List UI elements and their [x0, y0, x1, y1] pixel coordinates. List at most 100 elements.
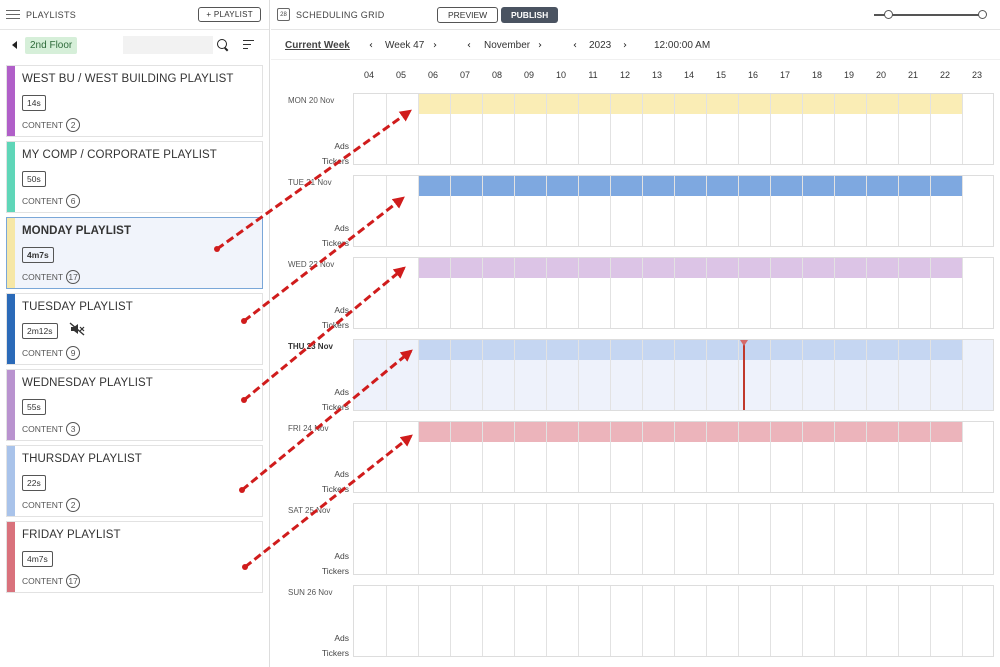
day-schedule-row[interactable] [353, 93, 994, 165]
prev-week-icon[interactable]: ‹ [369, 40, 373, 51]
hour-label: 15 [715, 70, 726, 80]
playlist-duration: 55s [22, 399, 46, 415]
hour-gridline [610, 422, 611, 492]
back-arrow-icon[interactable] [12, 41, 17, 49]
ads-track-label: Ads [334, 387, 349, 397]
mute-icon[interactable] [69, 322, 85, 336]
content-count: 17 [66, 574, 81, 588]
hour-gridline [642, 340, 643, 410]
hour-gridline [866, 422, 867, 492]
hour-gridline [674, 504, 675, 574]
hour-gridline [386, 504, 387, 574]
hour-gridline [386, 258, 387, 328]
next-year-icon[interactable]: › [623, 40, 627, 51]
next-month-icon[interactable]: › [538, 40, 542, 51]
hour-gridline [514, 176, 515, 246]
day-schedule-row[interactable] [353, 175, 994, 247]
playlist-card[interactable]: WEST BU / WEST BUILDING PLAYLIST 14s CONTE… [6, 65, 263, 137]
playlist-card[interactable]: MY COMP / CORPORATE PLAYLIST 50s CONTENT 6 [6, 141, 263, 213]
hour-gridline [450, 176, 451, 246]
search-icon[interactable] [217, 39, 229, 51]
content-count: 17 [66, 270, 81, 284]
hour-gridline [450, 586, 451, 656]
playlist-schedule-bar[interactable] [418, 258, 962, 278]
next-week-icon[interactable]: › [433, 40, 437, 51]
hour-gridline [610, 258, 611, 328]
current-time-indicator [743, 340, 745, 410]
hour-gridline [770, 94, 771, 164]
hour-gridline [578, 586, 579, 656]
hour-gridline [578, 258, 579, 328]
zoom-slider-handle[interactable] [884, 10, 893, 19]
hour-gridline [770, 422, 771, 492]
hour-gridline [738, 586, 739, 656]
day-schedule-row[interactable] [353, 421, 994, 493]
hour-gridline [930, 94, 931, 164]
hour-gridline [418, 94, 419, 164]
hour-gridline [674, 258, 675, 328]
playlist-schedule-bar[interactable] [418, 340, 962, 360]
hour-gridline [866, 340, 867, 410]
hour-label: 07 [459, 70, 470, 80]
add-playlist-button[interactable]: + PLAYLIST [198, 7, 261, 22]
hour-gridline [962, 422, 963, 492]
day-schedule-row[interactable] [353, 257, 994, 329]
publish-button[interactable]: PUBLISH [501, 7, 559, 23]
playlist-duration: 2m12s [22, 323, 58, 339]
playlist-card[interactable]: FRIDAY PLAYLIST 4m7s CONTENT 17 [6, 521, 263, 593]
hour-gridline [386, 94, 387, 164]
hour-gridline [514, 504, 515, 574]
hour-gridline [930, 340, 931, 410]
day-schedule-row[interactable] [353, 339, 994, 411]
playlist-card[interactable]: THURSDAY PLAYLIST 22s CONTENT 2 [6, 445, 263, 517]
hour-gridline [834, 94, 835, 164]
current-week-link[interactable]: Current Week [285, 40, 350, 51]
scheduling-panel: 28 SCHEDULING GRID PREVIEW PUBLISH Curre… [271, 0, 1000, 667]
zoom-slider-end[interactable] [978, 10, 987, 19]
day-schedule-row[interactable] [353, 503, 994, 575]
hour-gridline [770, 340, 771, 410]
hour-label: 10 [555, 70, 566, 80]
sort-icon[interactable] [243, 39, 255, 51]
playlist-schedule-bar[interactable] [418, 94, 962, 114]
hour-gridline [418, 340, 419, 410]
hour-gridline [450, 340, 451, 410]
hour-label: 18 [811, 70, 822, 80]
hour-gridline [386, 340, 387, 410]
day-schedule-row[interactable] [353, 585, 994, 657]
playlists-toolbar: 2nd Floor [0, 30, 269, 60]
date-navigation: Current Week ‹ Week 47 › ‹ November › ‹ … [271, 30, 1000, 60]
playlist-schedule-bar[interactable] [418, 422, 962, 442]
prev-month-icon[interactable]: ‹ [467, 40, 471, 51]
hour-gridline [418, 586, 419, 656]
menu-icon[interactable] [6, 9, 20, 20]
playlist-color-bar [7, 294, 15, 364]
hour-gridline [802, 422, 803, 492]
time-label: 12:00:00 AM [654, 40, 711, 51]
hour-gridline [482, 586, 483, 656]
prev-year-icon[interactable]: ‹ [573, 40, 577, 51]
hour-label: 04 [363, 70, 374, 80]
playlist-card[interactable]: TUESDAY PLAYLIST 2m12s CONTENT 9 [6, 293, 263, 365]
preview-button[interactable]: PREVIEW [437, 7, 499, 23]
search-input[interactable] [123, 36, 214, 54]
playlist-content: CONTENT 2 [22, 498, 81, 512]
ads-track-label: Ads [334, 551, 349, 561]
playlist-duration: 14s [22, 95, 46, 111]
hour-gridline [578, 94, 579, 164]
hour-gridline [706, 258, 707, 328]
hour-gridline [482, 176, 483, 246]
hour-gridline [450, 422, 451, 492]
hour-gridline [706, 94, 707, 164]
content-label: CONTENT [22, 576, 64, 586]
day-label: SAT 25 Nov [288, 506, 331, 515]
playlist-card[interactable]: MONDAY PLAYLIST 4m7s CONTENT 17 [6, 217, 263, 289]
zoom-slider[interactable] [874, 10, 987, 19]
hour-gridline [802, 258, 803, 328]
hour-gridline [514, 586, 515, 656]
floor-chip[interactable]: 2nd Floor [25, 36, 78, 54]
playlist-card[interactable]: WEDNESDAY PLAYLIST 55s CONTENT 3 [6, 369, 263, 441]
playlist-schedule-bar[interactable] [418, 176, 962, 196]
day-label: WED 22 Nov [288, 260, 335, 269]
hour-label: 20 [875, 70, 886, 80]
